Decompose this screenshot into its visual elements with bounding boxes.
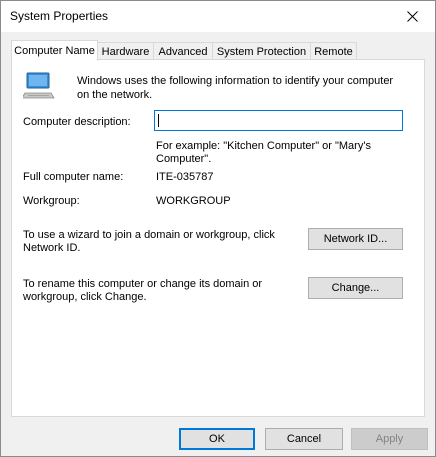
tab-hardware[interactable]: Hardware — [97, 42, 154, 60]
title-bar: System Properties — [1, 1, 435, 32]
network-id-button-label: Network ID... — [323, 233, 388, 245]
cancel-button-label: Cancel — [286, 433, 322, 445]
change-button-label: Change... — [331, 282, 380, 294]
example-text: For example: "Kitchen Computer" or "Mary… — [156, 140, 371, 165]
text-caret — [158, 114, 159, 127]
tab-advanced[interactable]: Advanced — [153, 42, 213, 60]
tab-label: Advanced — [158, 45, 208, 58]
full-name-label: Full computer name: — [23, 171, 124, 183]
workgroup-label: Workgroup: — [23, 195, 80, 207]
apply-button-label: Apply — [375, 433, 404, 445]
computer-description-input[interactable] — [154, 110, 403, 131]
workgroup-value: WORKGROUP — [156, 195, 231, 207]
close-icon — [406, 11, 418, 22]
full-name-value: ITE-035787 — [156, 171, 214, 183]
change-button[interactable]: Change... — [308, 277, 403, 299]
cancel-button[interactable]: Cancel — [265, 428, 343, 450]
network-id-button[interactable]: Network ID... — [308, 228, 403, 250]
intro-text: Windows uses the following information t… — [77, 75, 394, 101]
tab-remote[interactable]: Remote — [310, 42, 357, 60]
description-label: Computer description: — [23, 116, 131, 128]
ok-button-label: OK — [209, 433, 225, 445]
tab-label: System Protection — [216, 45, 307, 58]
system-properties-window: System Properties Computer Name Hardware… — [0, 0, 436, 457]
change-text: To rename this computer or change its do… — [23, 278, 263, 303]
tab-computer-name[interactable]: Computer Name — [11, 40, 98, 61]
tab-label: Computer Name — [14, 45, 95, 57]
network-id-text: To use a wizard to join a domain or work… — [23, 229, 275, 254]
computer-monitor-icon — [23, 72, 55, 99]
ok-button[interactable]: OK — [179, 428, 255, 450]
window-title: System Properties — [10, 9, 109, 23]
tab-system-protection[interactable]: System Protection — [212, 42, 311, 60]
tab-label: Hardware — [101, 45, 150, 58]
apply-button[interactable]: Apply — [351, 428, 428, 450]
close-button[interactable] — [389, 1, 435, 32]
tab-label: Remote — [314, 45, 353, 58]
